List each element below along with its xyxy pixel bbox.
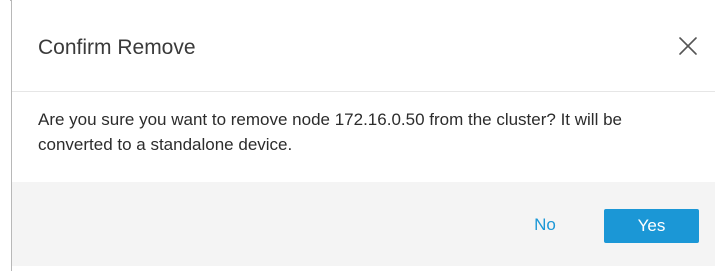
close-button[interactable] [675, 33, 701, 59]
dialog-title: Confirm Remove [38, 36, 196, 59]
dialog-header: Confirm Remove [12, 0, 715, 92]
confirm-message: Are you sure you want to remove node 172… [38, 110, 622, 154]
yes-button[interactable]: Yes [604, 209, 699, 243]
confirm-remove-dialog: Confirm Remove Are you sure you want to … [11, 0, 715, 271]
dialog-bottom-edge [12, 266, 715, 271]
dialog-body: Are you sure you want to remove node 172… [12, 92, 715, 182]
no-button[interactable]: No [520, 209, 570, 241]
close-icon [679, 37, 697, 55]
dialog-footer: No Yes [12, 182, 715, 266]
